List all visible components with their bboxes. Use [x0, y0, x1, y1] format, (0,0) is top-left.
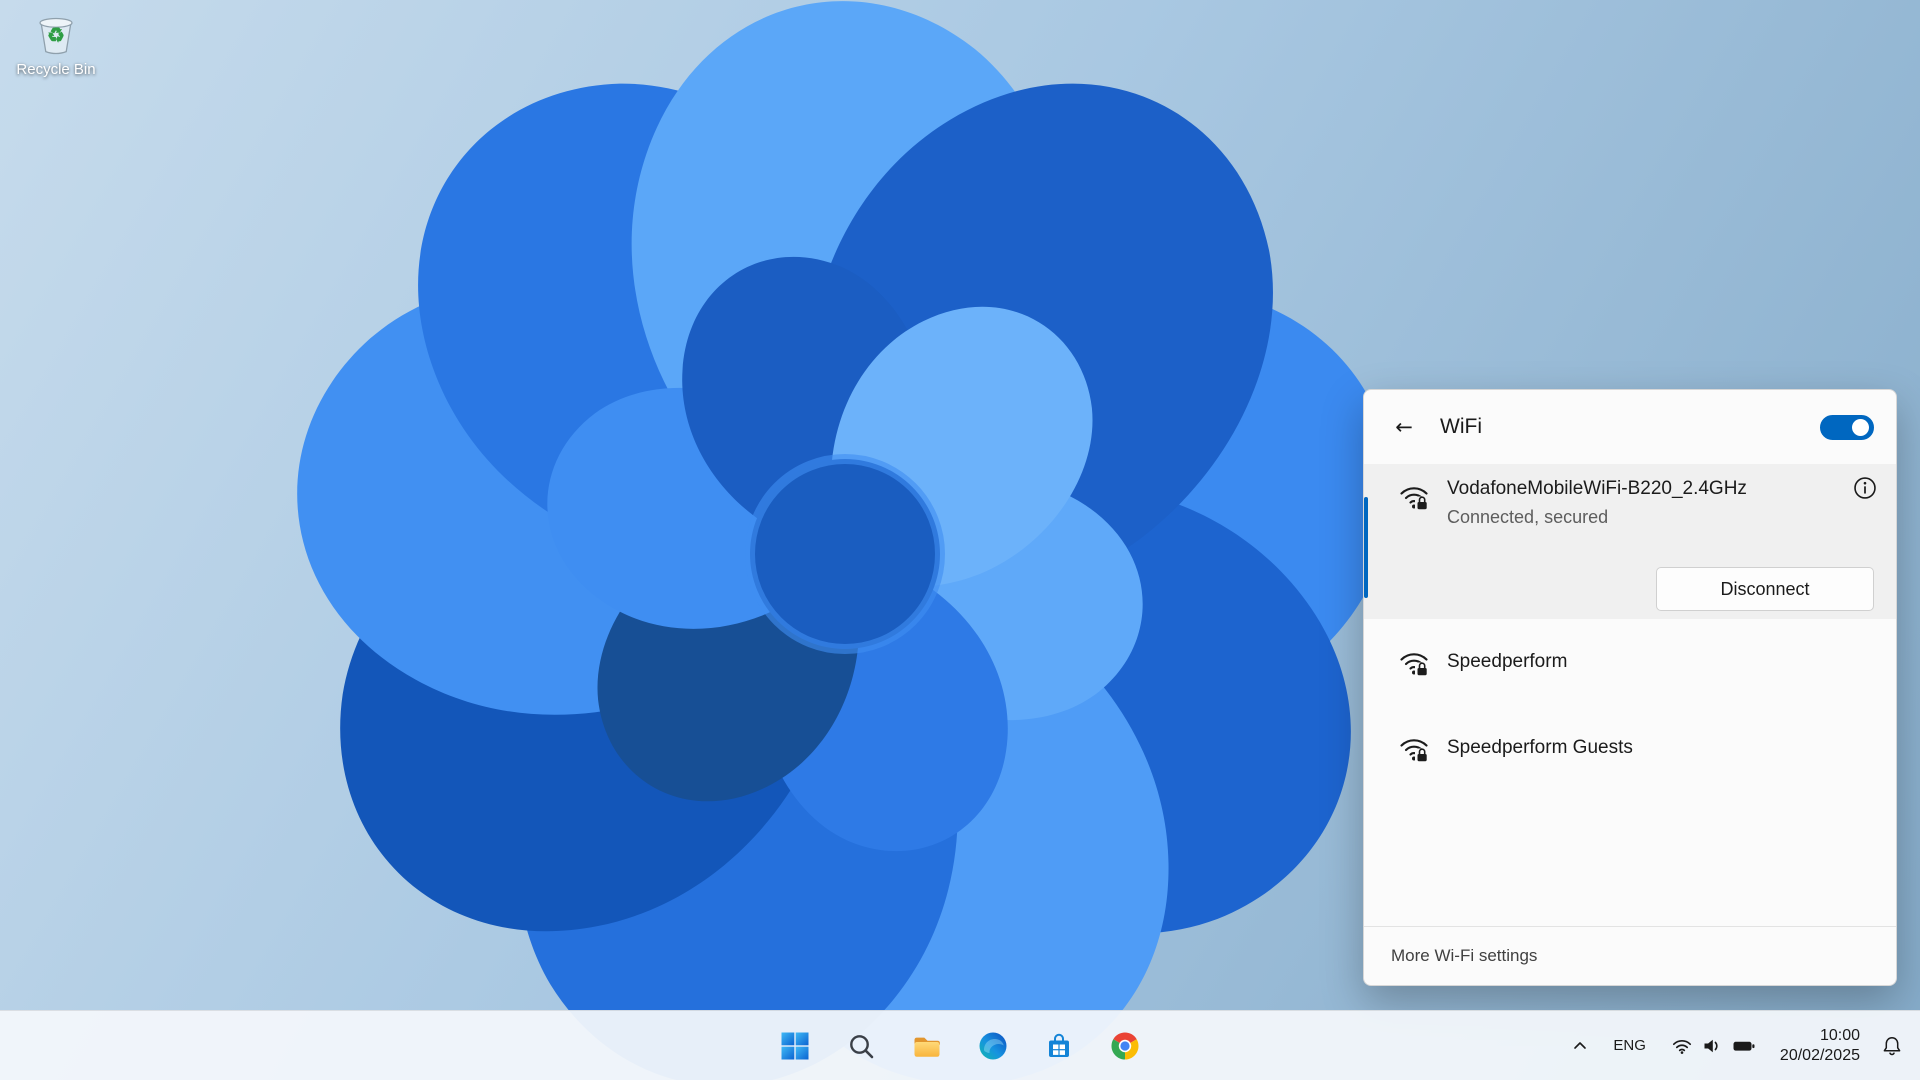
search-button[interactable]	[837, 1022, 885, 1070]
wifi-secured-icon	[1398, 646, 1430, 678]
windows-logo-icon	[780, 1031, 810, 1061]
network-ssid: Speedperform	[1447, 651, 1567, 673]
edge-icon	[978, 1031, 1008, 1061]
bell-icon	[1881, 1035, 1903, 1057]
connected-ssid: VodafoneMobileWiFi-B220_2.4GHz	[1447, 478, 1747, 500]
search-icon	[846, 1031, 876, 1061]
back-button[interactable]: ←	[1386, 409, 1422, 445]
chevron-up-icon	[1572, 1038, 1588, 1054]
wifi-toggle-knob	[1852, 419, 1869, 436]
clock-date: 20/02/2025	[1780, 1046, 1860, 1066]
quick-settings-button[interactable]	[1662, 1026, 1766, 1066]
network-properties-button[interactable]	[1850, 473, 1880, 503]
volume-icon	[1702, 1036, 1722, 1056]
wifi-secured-icon	[1398, 732, 1430, 764]
recycle-bin-icon: ♻	[33, 12, 79, 58]
screen: ♻ Recycle Bin ← WiFi	[0, 0, 1920, 1080]
selection-indicator	[1364, 497, 1368, 598]
taskbar-tray-area: ENG 10:00 20/02/202	[1563, 1011, 1910, 1080]
clock[interactable]: 10:00 20/02/2025	[1772, 1026, 1868, 1066]
wifi-icon	[1672, 1036, 1692, 1056]
taskbar-center	[771, 1011, 1149, 1080]
start-button[interactable]	[771, 1022, 819, 1070]
chrome-button[interactable]	[1101, 1022, 1149, 1070]
info-icon	[1852, 475, 1878, 501]
edge-button[interactable]	[969, 1022, 1017, 1070]
microsoft-store-button[interactable]	[1035, 1022, 1083, 1070]
tray-overflow-button[interactable]	[1563, 1026, 1597, 1066]
battery-icon	[1732, 1036, 1756, 1056]
clock-time: 10:00	[1780, 1026, 1860, 1046]
folder-icon	[912, 1031, 942, 1061]
disconnect-button[interactable]: Disconnect	[1656, 567, 1874, 611]
wifi-secured-icon	[1398, 480, 1430, 512]
language-indicator[interactable]: ENG	[1603, 1026, 1656, 1066]
recycle-bin-label: Recycle Bin	[16, 61, 95, 78]
taskbar: ENG 10:00 20/02/202	[0, 1010, 1920, 1080]
recycle-symbol: ♻	[33, 23, 79, 48]
connected-network-item[interactable]: VodafoneMobileWiFi-B220_2.4GHz Connected…	[1364, 464, 1897, 619]
wifi-toggle[interactable]	[1820, 415, 1874, 440]
chrome-icon	[1110, 1031, 1140, 1061]
network-item[interactable]: Speedperform Guests	[1364, 705, 1897, 791]
store-icon	[1044, 1031, 1074, 1061]
notification-center-button[interactable]	[1874, 1026, 1910, 1066]
recycle-bin-shortcut[interactable]: ♻ Recycle Bin	[10, 12, 102, 78]
file-explorer-button[interactable]	[903, 1022, 951, 1070]
arrow-left-icon: ←	[1395, 415, 1413, 439]
connection-status: Connected, secured	[1447, 507, 1608, 528]
more-wifi-settings-link[interactable]: More Wi-Fi settings	[1364, 927, 1896, 985]
network-item[interactable]: Speedperform	[1364, 619, 1897, 705]
wifi-panel-title: WiFi	[1440, 415, 1482, 439]
wifi-flyout-header: ← WiFi	[1364, 390, 1896, 464]
network-ssid: Speedperform Guests	[1447, 737, 1633, 759]
wifi-flyout: ← WiFi VodafoneMobileWiFi-B220_2.4GHz Co…	[1363, 389, 1897, 986]
